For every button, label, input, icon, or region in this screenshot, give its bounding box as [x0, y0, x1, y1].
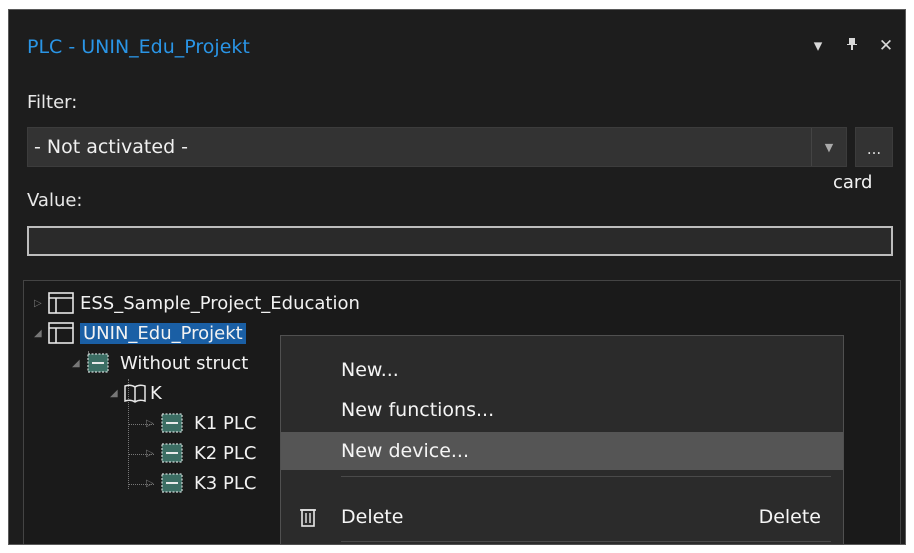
filter-select[interactable]: - Not activated - ▼	[27, 127, 847, 167]
tree-node-ess-project[interactable]: ▷ ESS_Sample_Project_Education	[34, 291, 360, 315]
expand-arrow-icon[interactable]: ▷	[146, 448, 160, 459]
menu-item-label: New device...	[341, 440, 470, 462]
structure-icon	[161, 473, 183, 493]
tree-node-label: ESS_Sample_Project_Education	[80, 292, 360, 314]
dropdown-icon[interactable]: ▾	[809, 36, 827, 56]
trash-icon	[300, 509, 316, 527]
menu-item-shortcut: Delete	[758, 506, 821, 528]
project-icon	[48, 292, 74, 314]
tree-node-without-structure[interactable]: ◢ Without struct	[72, 351, 248, 375]
book-icon	[124, 384, 146, 403]
menu-separator	[341, 541, 831, 542]
tree-node-label: K	[150, 382, 162, 404]
tree-node-label-selected: UNIN_Edu_Projekt	[80, 322, 246, 344]
title-controls: ▾ ✕	[809, 36, 895, 56]
tree-node-label: K2 PLC	[194, 442, 257, 464]
pin-icon[interactable]	[843, 36, 861, 56]
chevron-down-icon[interactable]: ▼	[811, 128, 846, 166]
tree-node-label: Without struct	[120, 352, 249, 374]
structure-icon	[161, 413, 183, 433]
structure-icon	[87, 353, 109, 373]
filter-label: Filter:	[27, 92, 78, 113]
menu-separator	[341, 476, 831, 477]
collapse-arrow-icon[interactable]: ◢	[72, 358, 86, 369]
menu-item-new-device[interactable]: New device...	[281, 432, 843, 470]
filter-more-button[interactable]: ...	[855, 127, 893, 167]
menu-item-label: New functions...	[341, 399, 495, 421]
tree-node-label: K3 PLC	[194, 472, 257, 494]
tree-overflow-text: card	[833, 172, 873, 193]
value-input[interactable]	[27, 226, 893, 256]
menu-item-label: New...	[341, 359, 399, 381]
menu-item-new-functions[interactable]: New functions...	[281, 391, 843, 429]
tree-node-k[interactable]: ◢ K	[110, 381, 162, 405]
context-menu: New... New functions... New device... De…	[280, 335, 844, 545]
filter-selected-value: - Not activated -	[34, 136, 189, 158]
project-icon	[48, 322, 74, 344]
structure-icon	[161, 443, 183, 463]
panel-title: PLC - UNIN_Edu_Projekt	[27, 36, 250, 58]
panel-titlebar: PLC - UNIN_Edu_Projekt ▾ ✕	[9, 10, 905, 74]
menu-item-new[interactable]: New...	[281, 351, 843, 389]
collapse-arrow-icon[interactable]: ◢	[34, 328, 48, 339]
tree-node-k1-plc[interactable]: ▷ K1 PLC	[146, 411, 256, 435]
expand-arrow-icon[interactable]: ▷	[34, 298, 48, 309]
expand-arrow-icon[interactable]: ▷	[146, 478, 160, 489]
tree-node-k2-plc[interactable]: ▷ K2 PLC	[146, 441, 256, 465]
tree-node-label: K1 PLC	[194, 412, 257, 434]
collapse-arrow-icon[interactable]: ◢	[110, 388, 124, 399]
value-label: Value:	[27, 190, 83, 211]
menu-item-label: Delete	[341, 506, 404, 528]
close-icon[interactable]: ✕	[877, 36, 895, 56]
menu-item-delete[interactable]: Delete Delete	[281, 498, 843, 536]
tree-node-unin-project[interactable]: ◢ UNIN_Edu_Projekt	[34, 321, 246, 345]
tree-node-k3-plc[interactable]: ▷ K3 PLC	[146, 471, 256, 495]
expand-arrow-icon[interactable]: ▷	[146, 418, 160, 429]
